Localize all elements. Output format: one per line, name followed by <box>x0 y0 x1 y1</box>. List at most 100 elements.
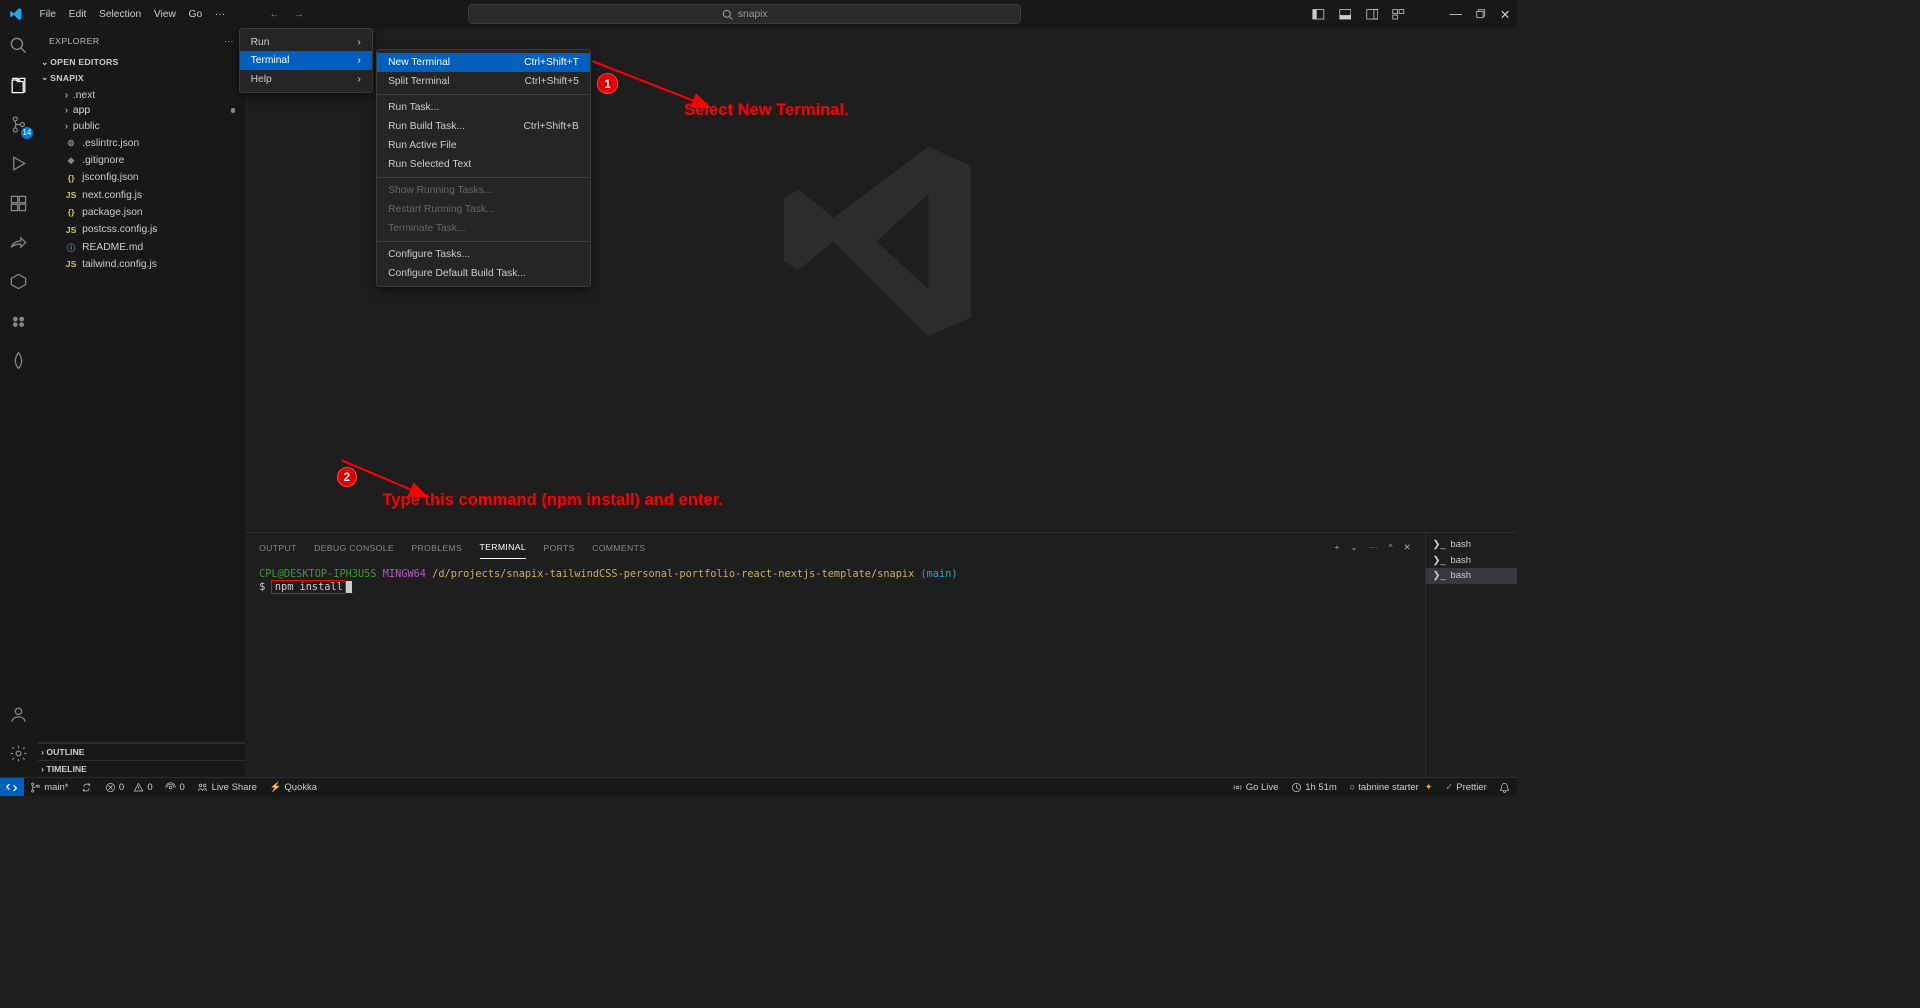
file-readme[interactable]: ⓘREADME.md <box>38 238 245 255</box>
json-icon: {} <box>65 206 78 219</box>
layout-custom-icon[interactable] <box>1392 8 1405 21</box>
submenu-show-running: Show Running Tasks... <box>377 181 590 200</box>
tab-output[interactable]: OUTPUT <box>259 536 297 559</box>
activity-copilot[interactable] <box>9 312 28 334</box>
activity-search[interactable] <box>9 36 28 58</box>
window-minimize-icon[interactable]: — <box>1449 7 1462 21</box>
layout-sidebar-right-icon[interactable] <box>1366 8 1379 21</box>
sidebar-title: EXPLORER <box>49 36 99 46</box>
activity-share[interactable] <box>9 233 28 255</box>
submenu-configure-tasks[interactable]: Configure Tasks... <box>377 245 590 264</box>
project-root-section[interactable]: ⌄SNAPIX <box>38 70 245 86</box>
panel-tabs: OUTPUT DEBUG CONSOLE PROBLEMS TERMINAL P… <box>245 533 1425 561</box>
submenu-new-terminal[interactable]: New TerminalCtrl+Shift+T <box>377 53 590 72</box>
submenu-run-task[interactable]: Run Task... <box>377 98 590 117</box>
terminal-entry-bash-1[interactable]: ❯_bash <box>1426 537 1517 553</box>
activity-explorer[interactable] <box>9 76 28 98</box>
menu-view[interactable]: View <box>148 6 183 23</box>
js-icon: JS <box>65 258 78 271</box>
status-prettier[interactable]: ✓Prettier <box>1439 782 1493 793</box>
terminal-body[interactable]: CPL@DESKTOP-IPH3U5S MINGW64 /d/projects/… <box>245 562 1425 777</box>
status-ports[interactable]: 0 <box>159 782 191 793</box>
activity-scm[interactable]: 14 <box>9 115 28 137</box>
activity-settings[interactable] <box>9 744 28 766</box>
layout-sidebar-left-icon[interactable] <box>1312 8 1325 21</box>
status-quokka[interactable]: ⚡Quokka <box>263 782 323 793</box>
menu-run[interactable]: Run› <box>240 33 372 52</box>
panel-more-icon[interactable]: ··· <box>1369 542 1378 553</box>
terminal-list: ❯_bash ❯_bash ❯_bash <box>1425 533 1517 777</box>
panel-new-terminal-icon[interactable]: + <box>1334 542 1339 553</box>
submenu-configure-default[interactable]: Configure Default Build Task... <box>377 264 590 283</box>
activity-docker[interactable] <box>9 272 28 294</box>
tab-terminal[interactable]: TERMINAL <box>480 536 526 560</box>
folder-next[interactable]: ›.next <box>38 87 245 103</box>
submenu-terminate-task: Terminate Task... <box>377 219 590 238</box>
search-icon <box>722 9 733 20</box>
explorer-sidebar: EXPLORER ··· ⌄OPEN EDITORS ⌄SNAPIX ›.nex… <box>38 28 245 777</box>
status-golive[interactable]: Go Live <box>1225 782 1284 793</box>
submenu-run-active-file[interactable]: Run Active File <box>377 136 590 155</box>
menu-edit[interactable]: Edit <box>62 6 92 23</box>
tab-ports[interactable]: PORTS <box>543 536 574 559</box>
file-postcss[interactable]: JSpostcss.config.js <box>38 221 245 238</box>
scm-badge: 14 <box>21 127 34 140</box>
menu-more[interactable]: ··· <box>209 6 232 23</box>
panel-maximize-icon[interactable]: ^ <box>1389 542 1393 553</box>
window-restore-icon[interactable] <box>1476 9 1485 18</box>
gear-icon: ◆ <box>65 154 78 167</box>
open-editors-section[interactable]: ⌄OPEN EDITORS <box>38 54 245 70</box>
file-eslintrc[interactable]: ⚙.eslintrc.json <box>38 134 245 151</box>
activity-debug[interactable] <box>9 154 28 176</box>
layout-panel-icon[interactable] <box>1339 8 1352 21</box>
search-text: snapix <box>738 9 768 20</box>
terminal-submenu: New TerminalCtrl+Shift+T Split TerminalC… <box>376 49 591 287</box>
activity-extensions[interactable] <box>9 194 28 216</box>
terminal-branch: (main) <box>920 568 957 580</box>
terminal-prompt: $ <box>259 581 265 593</box>
status-tabnine[interactable]: ○tabnine starter ✦ <box>1343 782 1439 793</box>
title-bar: File Edit Selection View Go ··· ← → snap… <box>0 0 1517 28</box>
remote-indicator[interactable] <box>0 778 24 796</box>
status-errors[interactable]: 0 0 <box>98 782 159 793</box>
file-gitignore[interactable]: ◆.gitignore <box>38 152 245 169</box>
status-liveshare[interactable]: Live Share <box>191 782 263 793</box>
menu-go[interactable]: Go <box>182 6 208 23</box>
tab-problems[interactable]: PROBLEMS <box>411 536 462 559</box>
status-branch[interactable]: main* <box>24 782 75 793</box>
tab-comments[interactable]: COMMENTS <box>592 536 645 559</box>
file-tailwind[interactable]: JStailwind.config.js <box>38 256 245 273</box>
menu-selection[interactable]: Selection <box>93 6 148 23</box>
folder-public[interactable]: ›public <box>38 119 245 135</box>
submenu-split-terminal[interactable]: Split TerminalCtrl+Shift+5 <box>377 72 590 91</box>
terminal-icon: ❯_ <box>1432 570 1445 581</box>
submenu-run-build-task[interactable]: Run Build Task...Ctrl+Shift+B <box>377 117 590 136</box>
file-package[interactable]: {}package.json <box>38 204 245 221</box>
terminal-entry-bash-2[interactable]: ❯_bash <box>1426 552 1517 568</box>
activity-accounts[interactable] <box>9 705 28 727</box>
file-next-config[interactable]: JSnext.config.js <box>38 186 245 203</box>
nav-back-icon[interactable]: ← <box>269 9 279 20</box>
vscode-logo-icon <box>9 7 23 21</box>
terminal-entry-bash-3[interactable]: ❯_bash <box>1426 568 1517 584</box>
submenu-restart-running: Restart Running Task... <box>377 200 590 219</box>
activity-mongodb[interactable] <box>9 351 28 373</box>
menu-terminal[interactable]: Terminal› <box>240 51 372 70</box>
submenu-run-selected-text[interactable]: Run Selected Text <box>377 155 590 174</box>
status-time[interactable]: 1h 51m <box>1285 782 1343 793</box>
status-bell-icon[interactable] <box>1493 782 1517 793</box>
nav-forward-icon[interactable]: → <box>294 9 304 20</box>
panel-split-icon[interactable]: ⌄ <box>1350 542 1357 553</box>
folder-app[interactable]: ›app <box>38 103 245 119</box>
status-sync[interactable] <box>75 782 99 793</box>
menu-help[interactable]: Help› <box>240 70 372 89</box>
outline-section[interactable]: › OUTLINE <box>38 743 245 760</box>
timeline-section[interactable]: › TIMELINE <box>38 760 245 777</box>
file-jsconfig[interactable]: {}jsconfig.json <box>38 169 245 186</box>
window-close-icon[interactable]: ✕ <box>1500 7 1511 22</box>
sidebar-more-icon[interactable]: ··· <box>224 36 234 46</box>
command-center[interactable]: snapix <box>468 4 1021 25</box>
menu-file[interactable]: File <box>33 6 62 23</box>
panel-close-icon[interactable]: ✕ <box>1404 542 1411 553</box>
tab-debug-console[interactable]: DEBUG CONSOLE <box>314 536 394 559</box>
